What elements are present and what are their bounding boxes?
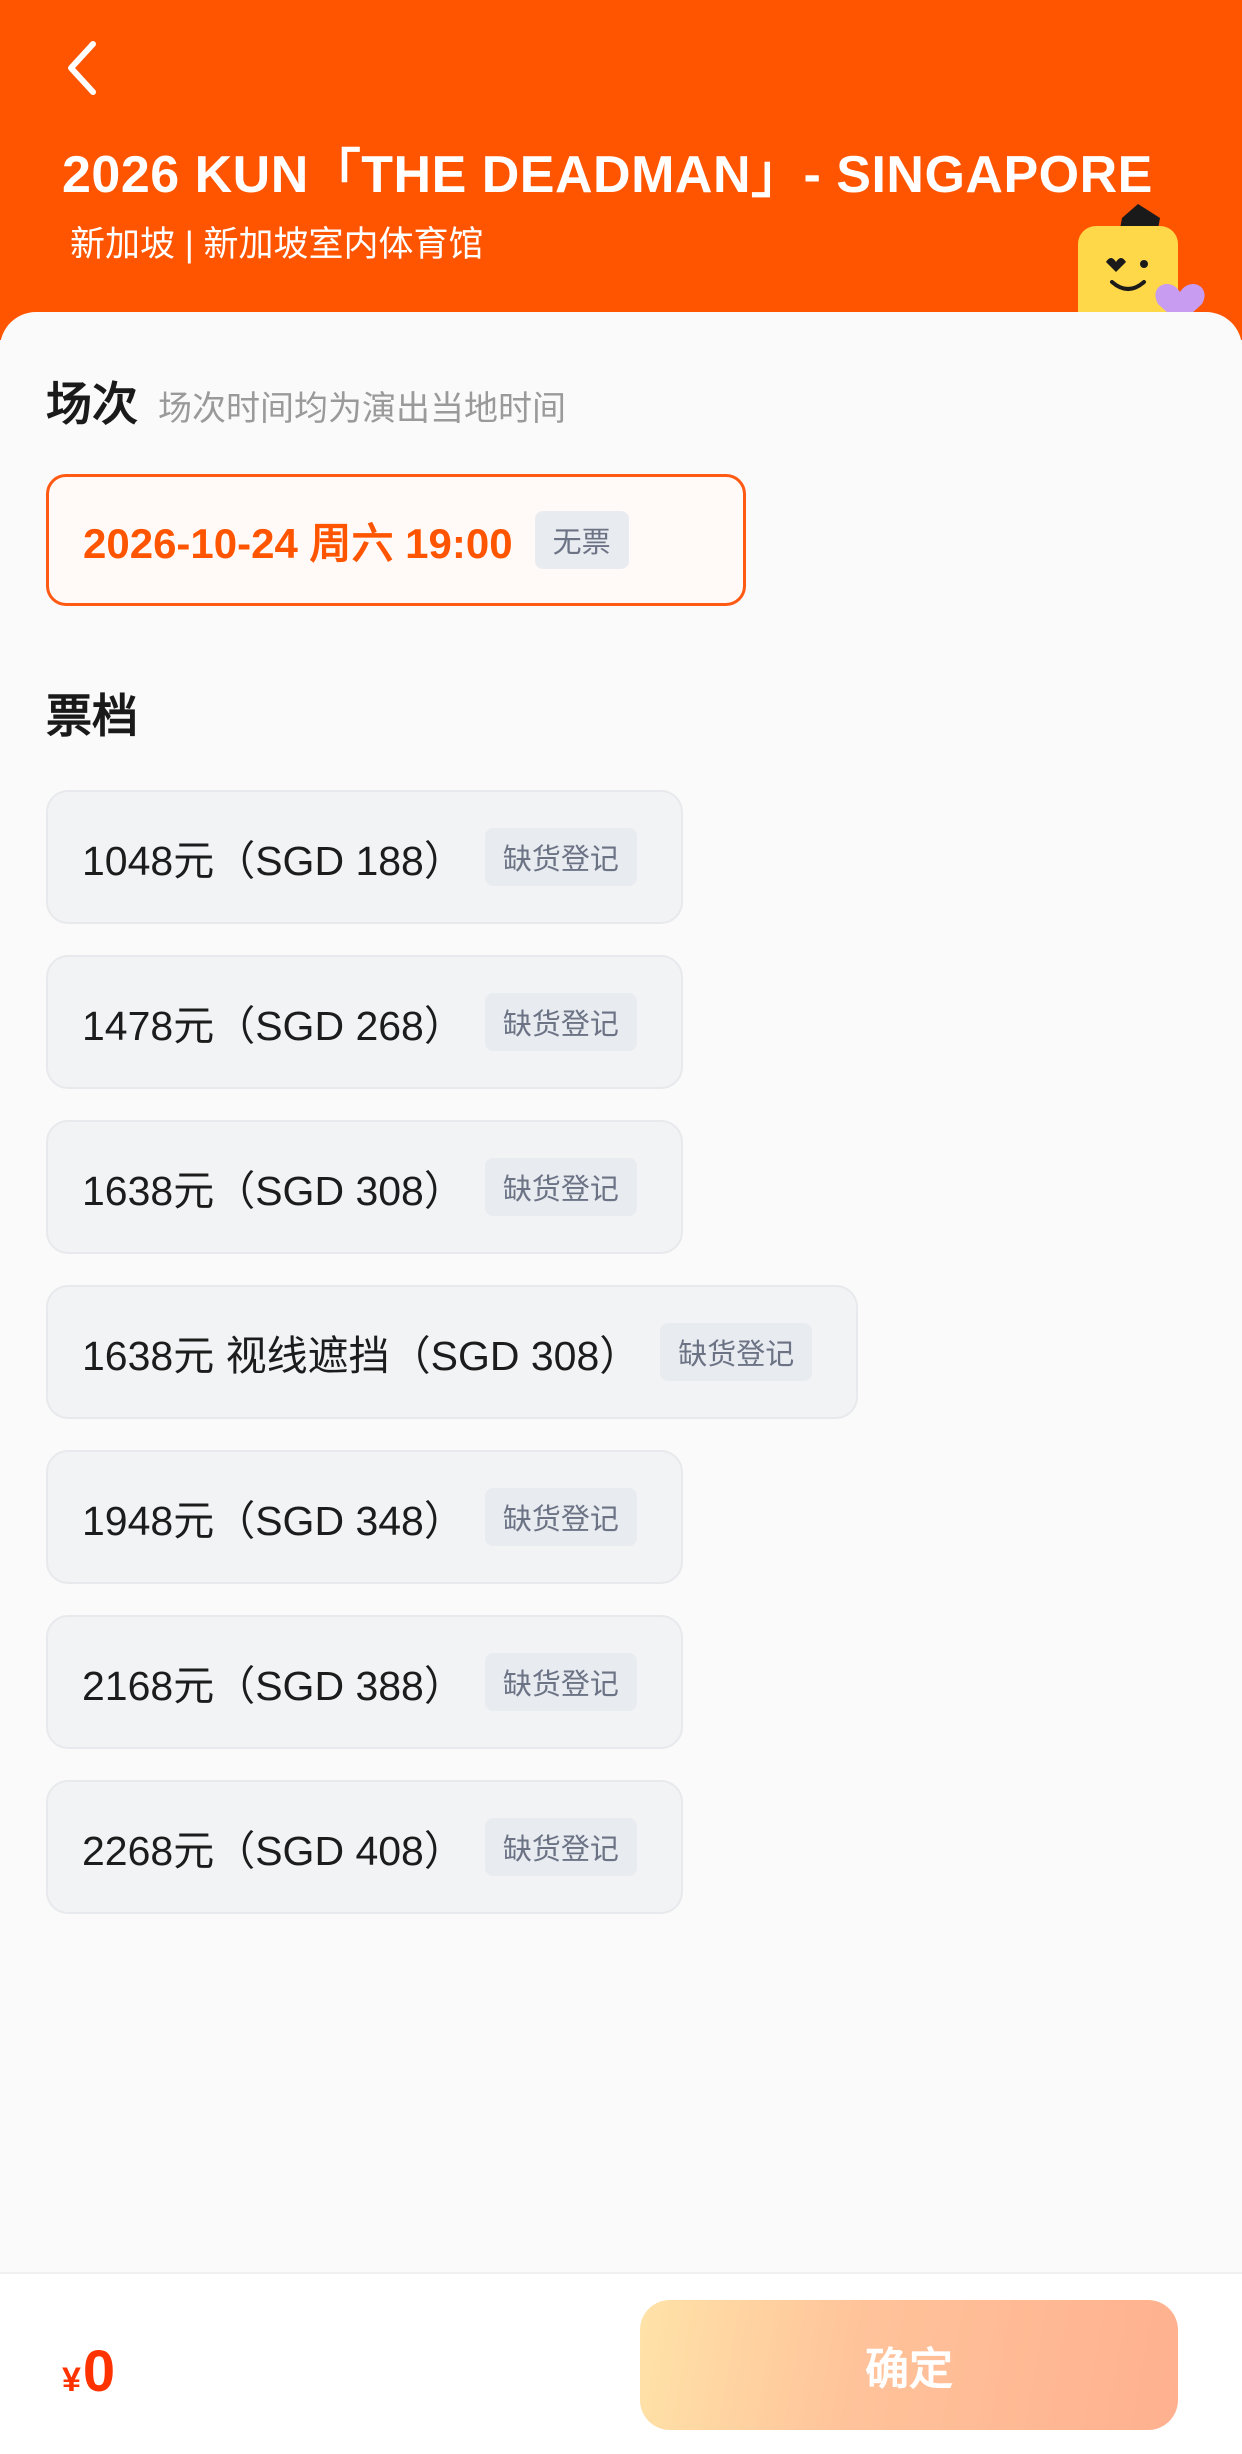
tier-status-badge: 缺货登记 [660,1323,813,1381]
tier-label: 2268元（SGD 408） [82,1828,465,1874]
tier-status-badge: 缺货登记 [484,828,637,886]
tier-label: 2168元（SGD 388） [82,1663,465,1709]
tier-status-badge: 缺货登记 [484,1653,637,1711]
tiers-title: 票档 [46,690,138,742]
session-status-badge: 无票 [534,511,629,569]
tier-option[interactable]: 1048元（SGD 188） 缺货登记 [46,790,683,924]
session-option[interactable]: 2026-10-24 周六 19:00 无票 [46,474,746,606]
tier-option[interactable]: 2268元（SGD 408） 缺货登记 [46,1780,683,1914]
tier-label: 1048元（SGD 188） [82,838,465,884]
event-venue: 新加坡 | 新加坡室内体育馆 [70,225,484,264]
tier-option[interactable]: 1638元 视线遮挡（SGD 308） 缺货登记 [46,1285,859,1419]
tier-option[interactable]: 2168元（SGD 388） 缺货登记 [46,1615,683,1749]
tier-status-badge: 缺货登记 [484,1488,637,1546]
tier-option[interactable]: 1638元（SGD 308） 缺货登记 [46,1120,683,1254]
session-title: 场次 [46,378,138,430]
session-header: 场次 场次时间均为演出当地时间 [46,368,566,434]
tier-label: 1638元 视线遮挡（SGD 308） [82,1333,641,1379]
bottom-bar: ¥ 0 确定 [0,2272,1242,2454]
tier-status-badge: 缺货登记 [484,1818,637,1876]
tier-label: 1948元（SGD 348） [82,1498,465,1544]
currency-symbol: ¥ [62,2361,81,2399]
price-value: 0 [82,2339,116,2404]
tier-label: 1638元（SGD 308） [82,1168,465,1214]
event-title: 2026 KUN「THE DEADMAN」- SINGAPORE [62,146,1153,204]
session-date: 2026-10-24 周六 19:00 [83,519,513,567]
header: 2026 KUN「THE DEADMAN」- SINGAPORE 新加坡 | 新… [0,0,1242,340]
back-button[interactable] [48,28,118,108]
tiers-header: 票档 [46,680,138,746]
tier-option[interactable]: 1478元（SGD 268） 缺货登记 [46,955,683,1089]
session-subtitle: 场次时间均为演出当地时间 [158,390,566,428]
tier-option[interactable]: 1948元（SGD 348） 缺货登记 [46,1450,683,1584]
total-price: ¥ 0 [62,2338,115,2405]
tier-label: 1478元（SGD 268） [82,1003,465,1049]
chevron-left-icon [68,41,96,95]
confirm-button[interactable]: 确定 [640,2300,1178,2430]
tier-status-badge: 缺货登记 [484,1158,637,1216]
tier-status-badge: 缺货登记 [484,993,637,1051]
